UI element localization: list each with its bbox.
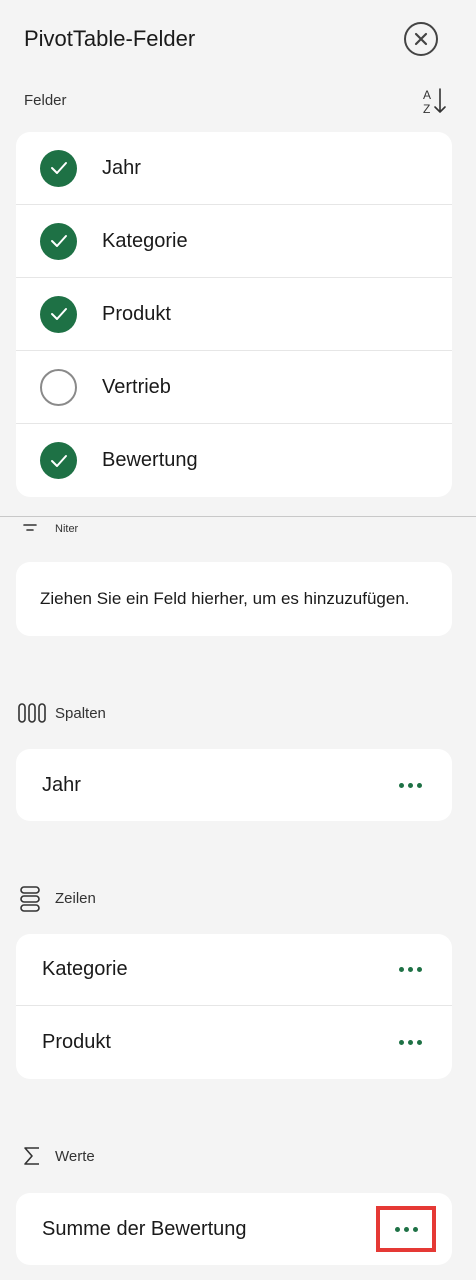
rows-section-label: Zeilen bbox=[55, 890, 96, 907]
filters-placeholder: Ziehen Sie ein Feld hierher, um es hinzu… bbox=[40, 589, 410, 608]
filters-section-label: Niter bbox=[55, 523, 79, 535]
pane-title: PivotTable-Felder bbox=[24, 26, 196, 51]
close-icon bbox=[414, 32, 428, 46]
area-item-label: Produkt bbox=[42, 1031, 111, 1053]
close-button[interactable] bbox=[404, 22, 438, 56]
values-item-summe[interactable]: Summe der Bewertung bbox=[16, 1193, 452, 1265]
field-label: Produkt bbox=[102, 302, 171, 325]
rows-item-produkt[interactable]: Produkt bbox=[16, 1006, 452, 1079]
area-item-label: Summe der Bewertung bbox=[42, 1217, 247, 1240]
field-checkbox-jahr[interactable] bbox=[40, 149, 77, 187]
values-area: Summe der Bewertung bbox=[16, 1193, 452, 1265]
fields-section-label: Felder bbox=[24, 92, 67, 109]
field-label: Bewertung bbox=[102, 449, 198, 471]
svg-text:A: A bbox=[423, 88, 431, 102]
field-checkbox-bewertung[interactable] bbox=[40, 442, 77, 479]
field-checkbox-produkt[interactable] bbox=[40, 295, 77, 333]
more-options-button[interactable] bbox=[395, 777, 426, 794]
field-label: Jahr bbox=[102, 156, 141, 179]
columns-item-jahr[interactable]: Jahr bbox=[16, 749, 452, 821]
columns-icon bbox=[18, 703, 46, 723]
sigma-icon bbox=[24, 1147, 39, 1165]
area-item-label: Jahr bbox=[42, 773, 81, 796]
columns-area: Jahr bbox=[16, 749, 452, 821]
sort-az-button[interactable]: A Z bbox=[420, 86, 450, 116]
more-options-button[interactable] bbox=[395, 1034, 426, 1051]
rows-item-kategorie[interactable]: Kategorie bbox=[16, 934, 452, 1006]
filter-icon bbox=[23, 524, 37, 531]
field-label: Kategorie bbox=[102, 229, 188, 252]
field-row-vertrieb[interactable]: Vertrieb bbox=[16, 351, 452, 424]
field-row-produkt[interactable]: Produkt bbox=[16, 278, 452, 351]
field-checkbox-kategorie[interactable] bbox=[40, 222, 77, 260]
checkmark-icon bbox=[50, 454, 67, 467]
columns-section-label: Spalten bbox=[55, 705, 106, 722]
checkmark-icon bbox=[50, 235, 67, 247]
more-options-button-highlighted[interactable] bbox=[376, 1206, 436, 1252]
section-divider bbox=[0, 516, 476, 517]
values-section-label: Werte bbox=[55, 1148, 95, 1165]
svg-text:Z: Z bbox=[423, 102, 430, 116]
checkmark-icon bbox=[50, 308, 67, 320]
field-list: Jahr Kategorie Produkt Vertrieb Bewertun… bbox=[16, 132, 452, 497]
field-row-jahr[interactable]: Jahr bbox=[16, 132, 452, 205]
field-row-kategorie[interactable]: Kategorie bbox=[16, 205, 452, 278]
rows-icon bbox=[20, 886, 40, 912]
field-label: Vertrieb bbox=[102, 375, 171, 398]
field-row-bewertung[interactable]: Bewertung bbox=[16, 424, 452, 497]
sort-az-icon: A Z bbox=[423, 88, 446, 116]
field-checkbox-vertrieb[interactable] bbox=[40, 368, 77, 406]
checkmark-icon bbox=[50, 162, 67, 174]
area-item-label: Kategorie bbox=[42, 958, 128, 980]
rows-area: Kategorie Produkt bbox=[16, 934, 452, 1079]
filters-drop-area[interactable]: Ziehen Sie ein Feld hierher, um es hinzu… bbox=[16, 562, 452, 636]
more-options-button[interactable] bbox=[395, 961, 426, 978]
